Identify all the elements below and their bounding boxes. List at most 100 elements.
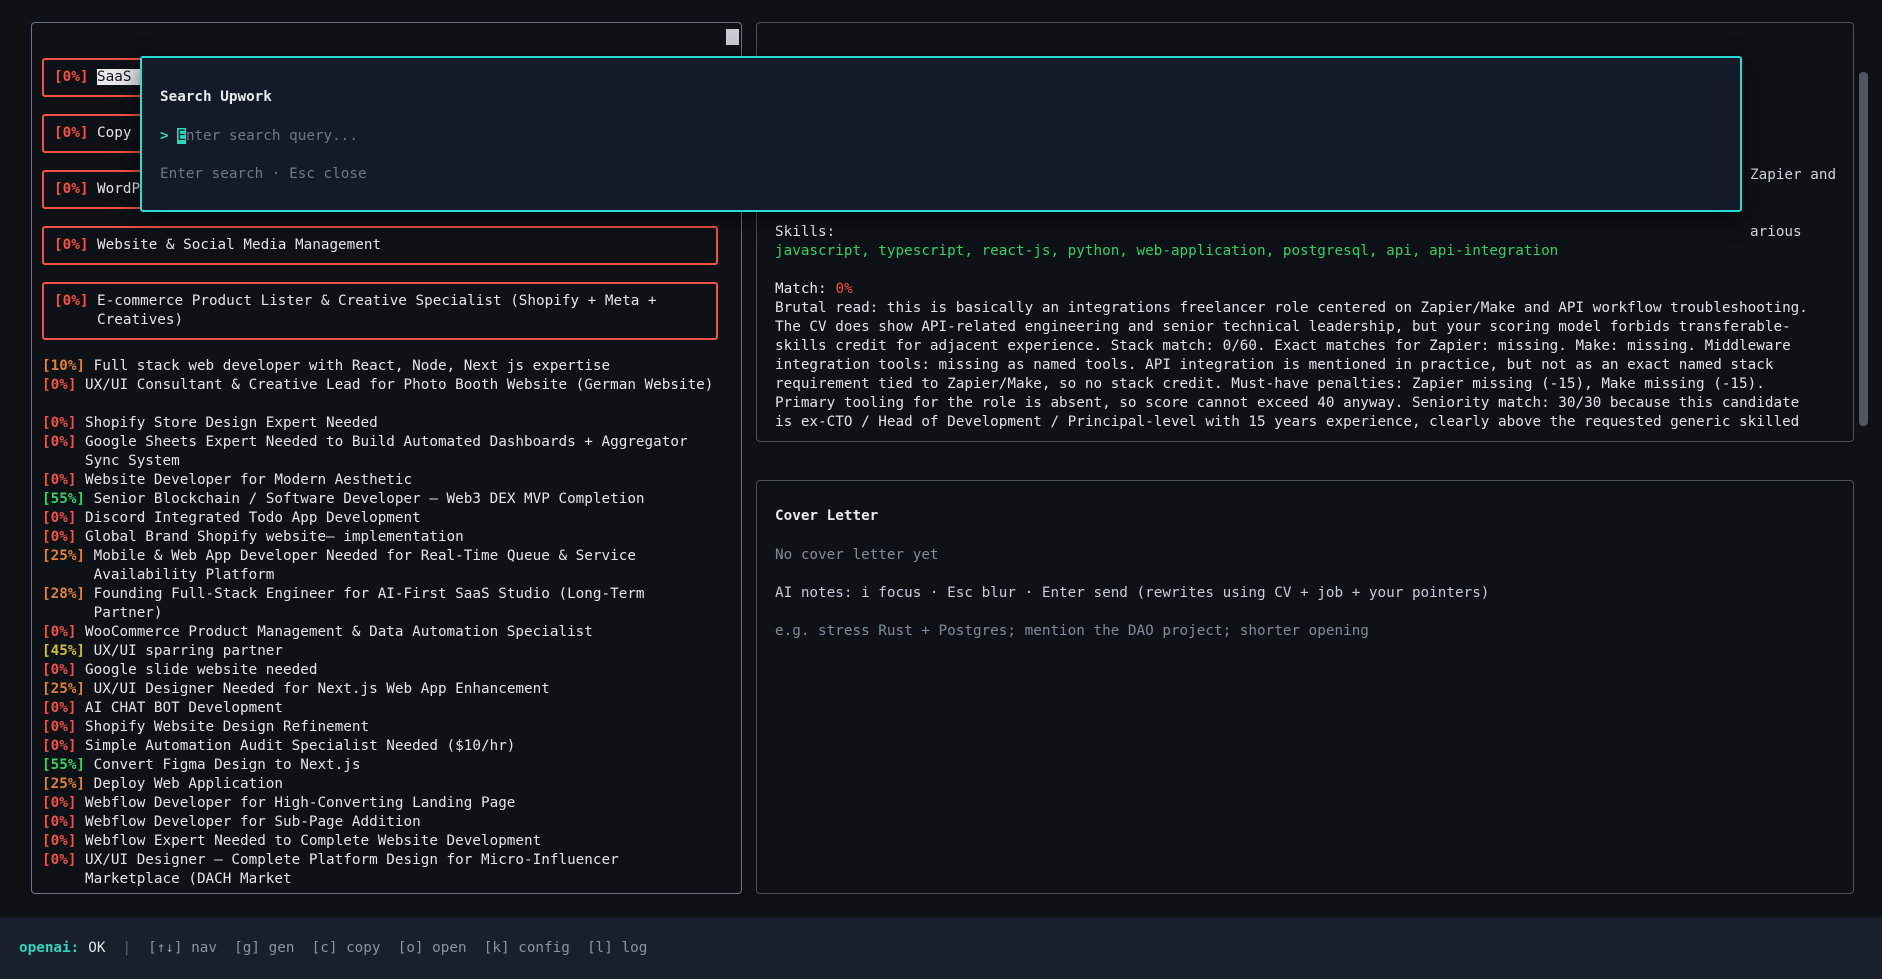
job-row[interactable]: [28%] Founding Full-Stack Engineer for A… xyxy=(42,585,718,623)
keyboard-shortcuts: [↑↓] nav [g] gen [c] copy [o] open [k] c… xyxy=(148,939,647,958)
job-row[interactable]: [0%] Webflow Expert Needed to Complete W… xyxy=(42,832,718,851)
match-badge: [0%] xyxy=(42,852,85,868)
job-title: E-commerce Product Lister & Creative Spe… xyxy=(97,293,665,328)
terminal-app: { "colors": { "red": "#f25048", "orange"… xyxy=(0,0,1882,979)
provider-status: OK xyxy=(88,939,105,958)
cover-letter-panel: Cover Letter No cover letter yet AI note… xyxy=(756,480,1854,894)
cover-letter-empty-state: No cover letter yet xyxy=(775,546,1835,565)
pinned-job-card[interactable]: [0%] E-commerce Product Lister & Creativ… xyxy=(42,282,718,340)
job-title: AI CHAT BOT Development xyxy=(85,700,283,716)
job-title: Senior Blockchain / Software Developer —… xyxy=(94,491,645,507)
status-separator: | xyxy=(122,939,131,958)
status-bar: openai: OK | [↑↓] nav [g] gen [c] copy [… xyxy=(0,918,1882,979)
search-input[interactable]: > Enter search query... xyxy=(160,127,1722,146)
job-title: Google slide website needed xyxy=(85,662,317,678)
job-title: Google Sheets Expert Needed to Build Aut… xyxy=(85,434,696,469)
match-badge: [55%] xyxy=(42,757,94,773)
job-title: UX/UI Consultant & Creative Lead for Pho… xyxy=(85,377,713,393)
match-badge: [0%] xyxy=(54,125,97,141)
job-title: Mobile & Web App Developer Needed for Re… xyxy=(94,548,645,583)
search-modal-title: Search Upwork xyxy=(160,88,1722,107)
match-badge: [25%] xyxy=(42,548,94,564)
match-badge: [0%] xyxy=(42,472,85,488)
match-badge: [0%] xyxy=(42,624,85,640)
job-title: Website & Social Media Management xyxy=(97,237,381,253)
job-row[interactable]: [45%] UX/UI sparring partner xyxy=(42,642,718,661)
job-row[interactable]: [10%] Full stack web developer with Reac… xyxy=(42,357,718,376)
job-row[interactable]: [0%] WooCommerce Product Management & Da… xyxy=(42,623,718,642)
match-badge: [0%] xyxy=(42,833,85,849)
match-badge: [0%] xyxy=(54,69,97,85)
job-title: UX/UI sparring partner xyxy=(94,643,283,659)
description-line: Zapier and xyxy=(1750,166,1836,185)
ai-notes-example: e.g. stress Rust + Postgres; mention the… xyxy=(775,622,1835,641)
match-badge: [0%] xyxy=(42,795,85,811)
job-row[interactable]: [55%] Convert Figma Design to Next.js xyxy=(42,756,718,775)
job-row[interactable]: [0%] Website Developer for Modern Aesthe… xyxy=(42,471,718,490)
match-label: Match: xyxy=(775,281,827,297)
cover-letter-title: Cover Letter xyxy=(775,507,1835,526)
job-title: UX/UI Designer — Complete Platform Desig… xyxy=(85,852,627,887)
match-badge: [55%] xyxy=(42,491,94,507)
spacer-line xyxy=(775,261,1821,280)
job-row[interactable]: [0%] UX/UI Consultant & Creative Lead fo… xyxy=(42,376,718,395)
job-row[interactable]: [25%] Mobile & Web App Developer Needed … xyxy=(42,547,718,585)
job-row[interactable]: [0%] Shopify Website Design Refinement xyxy=(42,718,718,737)
job-row[interactable]: [55%] Senior Blockchain / Software Devel… xyxy=(42,490,718,509)
job-title: UX/UI Designer Needed for Next.js Web Ap… xyxy=(94,681,550,697)
match-badge: [25%] xyxy=(42,681,94,697)
match-badge: [28%] xyxy=(42,586,94,602)
match-badge: [0%] xyxy=(42,434,85,450)
match-badge: [0%] xyxy=(42,662,85,678)
match-badge: [0%] xyxy=(42,719,85,735)
job-row[interactable]: [0%] Google Sheets Expert Needed to Buil… xyxy=(42,433,718,471)
job-title: Convert Figma Design to Next.js xyxy=(94,757,361,773)
match-badge: [0%] xyxy=(42,700,85,716)
job-row[interactable]: [0%] Shopify Store Design Expert Needed xyxy=(42,414,718,433)
job-detail-content: Skills: javascript, typescript, react-js… xyxy=(775,223,1821,432)
pinned-job-card[interactable]: [0%] Website & Social Media Management xyxy=(42,226,718,265)
window-scrollbar-thumb[interactable] xyxy=(1859,72,1868,426)
job-title: Webflow Developer for High-Converting La… xyxy=(85,795,515,811)
match-badge: [0%] xyxy=(42,529,85,545)
search-modal: Search Upwork > Enter search query... En… xyxy=(140,56,1742,212)
job-row[interactable]: [0%] Google slide website needed xyxy=(42,661,718,680)
match-badge: [0%] xyxy=(42,814,85,830)
job-title: Full stack web developer with React, Nod… xyxy=(94,358,610,374)
text-cursor: E xyxy=(177,128,186,144)
job-title: Webflow Expert Needed to Complete Websit… xyxy=(85,833,541,849)
left-scrollbar-thumb[interactable] xyxy=(726,29,739,45)
match-badge: [45%] xyxy=(42,643,94,659)
job-row[interactable]: [0%] Simple Automation Audit Specialist … xyxy=(42,737,718,756)
job-row[interactable]: [0%] Global Brand Shopify website— imple… xyxy=(42,528,718,547)
match-line: Match:0% xyxy=(775,280,1821,299)
job-row[interactable]: [0%] UX/UI Designer — Complete Platform … xyxy=(42,851,718,889)
match-analysis: Brutal read: this is basically an integr… xyxy=(775,299,1821,432)
prompt-space xyxy=(169,128,178,144)
prompt-icon: > xyxy=(160,128,169,144)
ai-notes-hint: AI notes: i focus · Esc blur · Enter sen… xyxy=(775,584,1835,603)
match-badge: [0%] xyxy=(42,415,85,431)
job-title: Global Brand Shopify website— implementa… xyxy=(85,529,464,545)
job-row[interactable]: [25%] Deploy Web Application xyxy=(42,775,718,794)
match-badge: [0%] xyxy=(54,181,97,197)
match-badge: [25%] xyxy=(42,776,94,792)
job-list: [10%] Full stack web developer with Reac… xyxy=(42,357,718,889)
job-title: Website Developer for Modern Aesthetic xyxy=(85,472,412,488)
job-title: Shopify Website Design Refinement xyxy=(85,719,369,735)
job-title: Simple Automation Audit Specialist Neede… xyxy=(85,738,515,754)
match-badge: [0%] xyxy=(54,237,97,253)
search-placeholder: nter search query... xyxy=(186,128,358,144)
match-badge: [0%] xyxy=(42,377,85,393)
job-row[interactable]: [0%] Webflow Developer for High-Converti… xyxy=(42,794,718,813)
search-hint: Enter search · Esc close xyxy=(160,165,1722,184)
job-row[interactable]: [0%] Webflow Developer for Sub-Page Addi… xyxy=(42,813,718,832)
job-row[interactable]: [0%] Discord Integrated Todo App Develop… xyxy=(42,509,718,528)
job-title: Shopify Store Design Expert Needed xyxy=(85,415,378,431)
job-row[interactable]: [0%] AI CHAT BOT Development xyxy=(42,699,718,718)
job-title: Founding Full-Stack Engineer for AI-Firs… xyxy=(94,586,654,621)
job-title: WooCommerce Product Management & Data Au… xyxy=(85,624,593,640)
match-badge: [10%] xyxy=(42,358,94,374)
skills-label: Skills: xyxy=(775,223,1821,242)
job-row[interactable]: [25%] UX/UI Designer Needed for Next.js … xyxy=(42,680,718,699)
